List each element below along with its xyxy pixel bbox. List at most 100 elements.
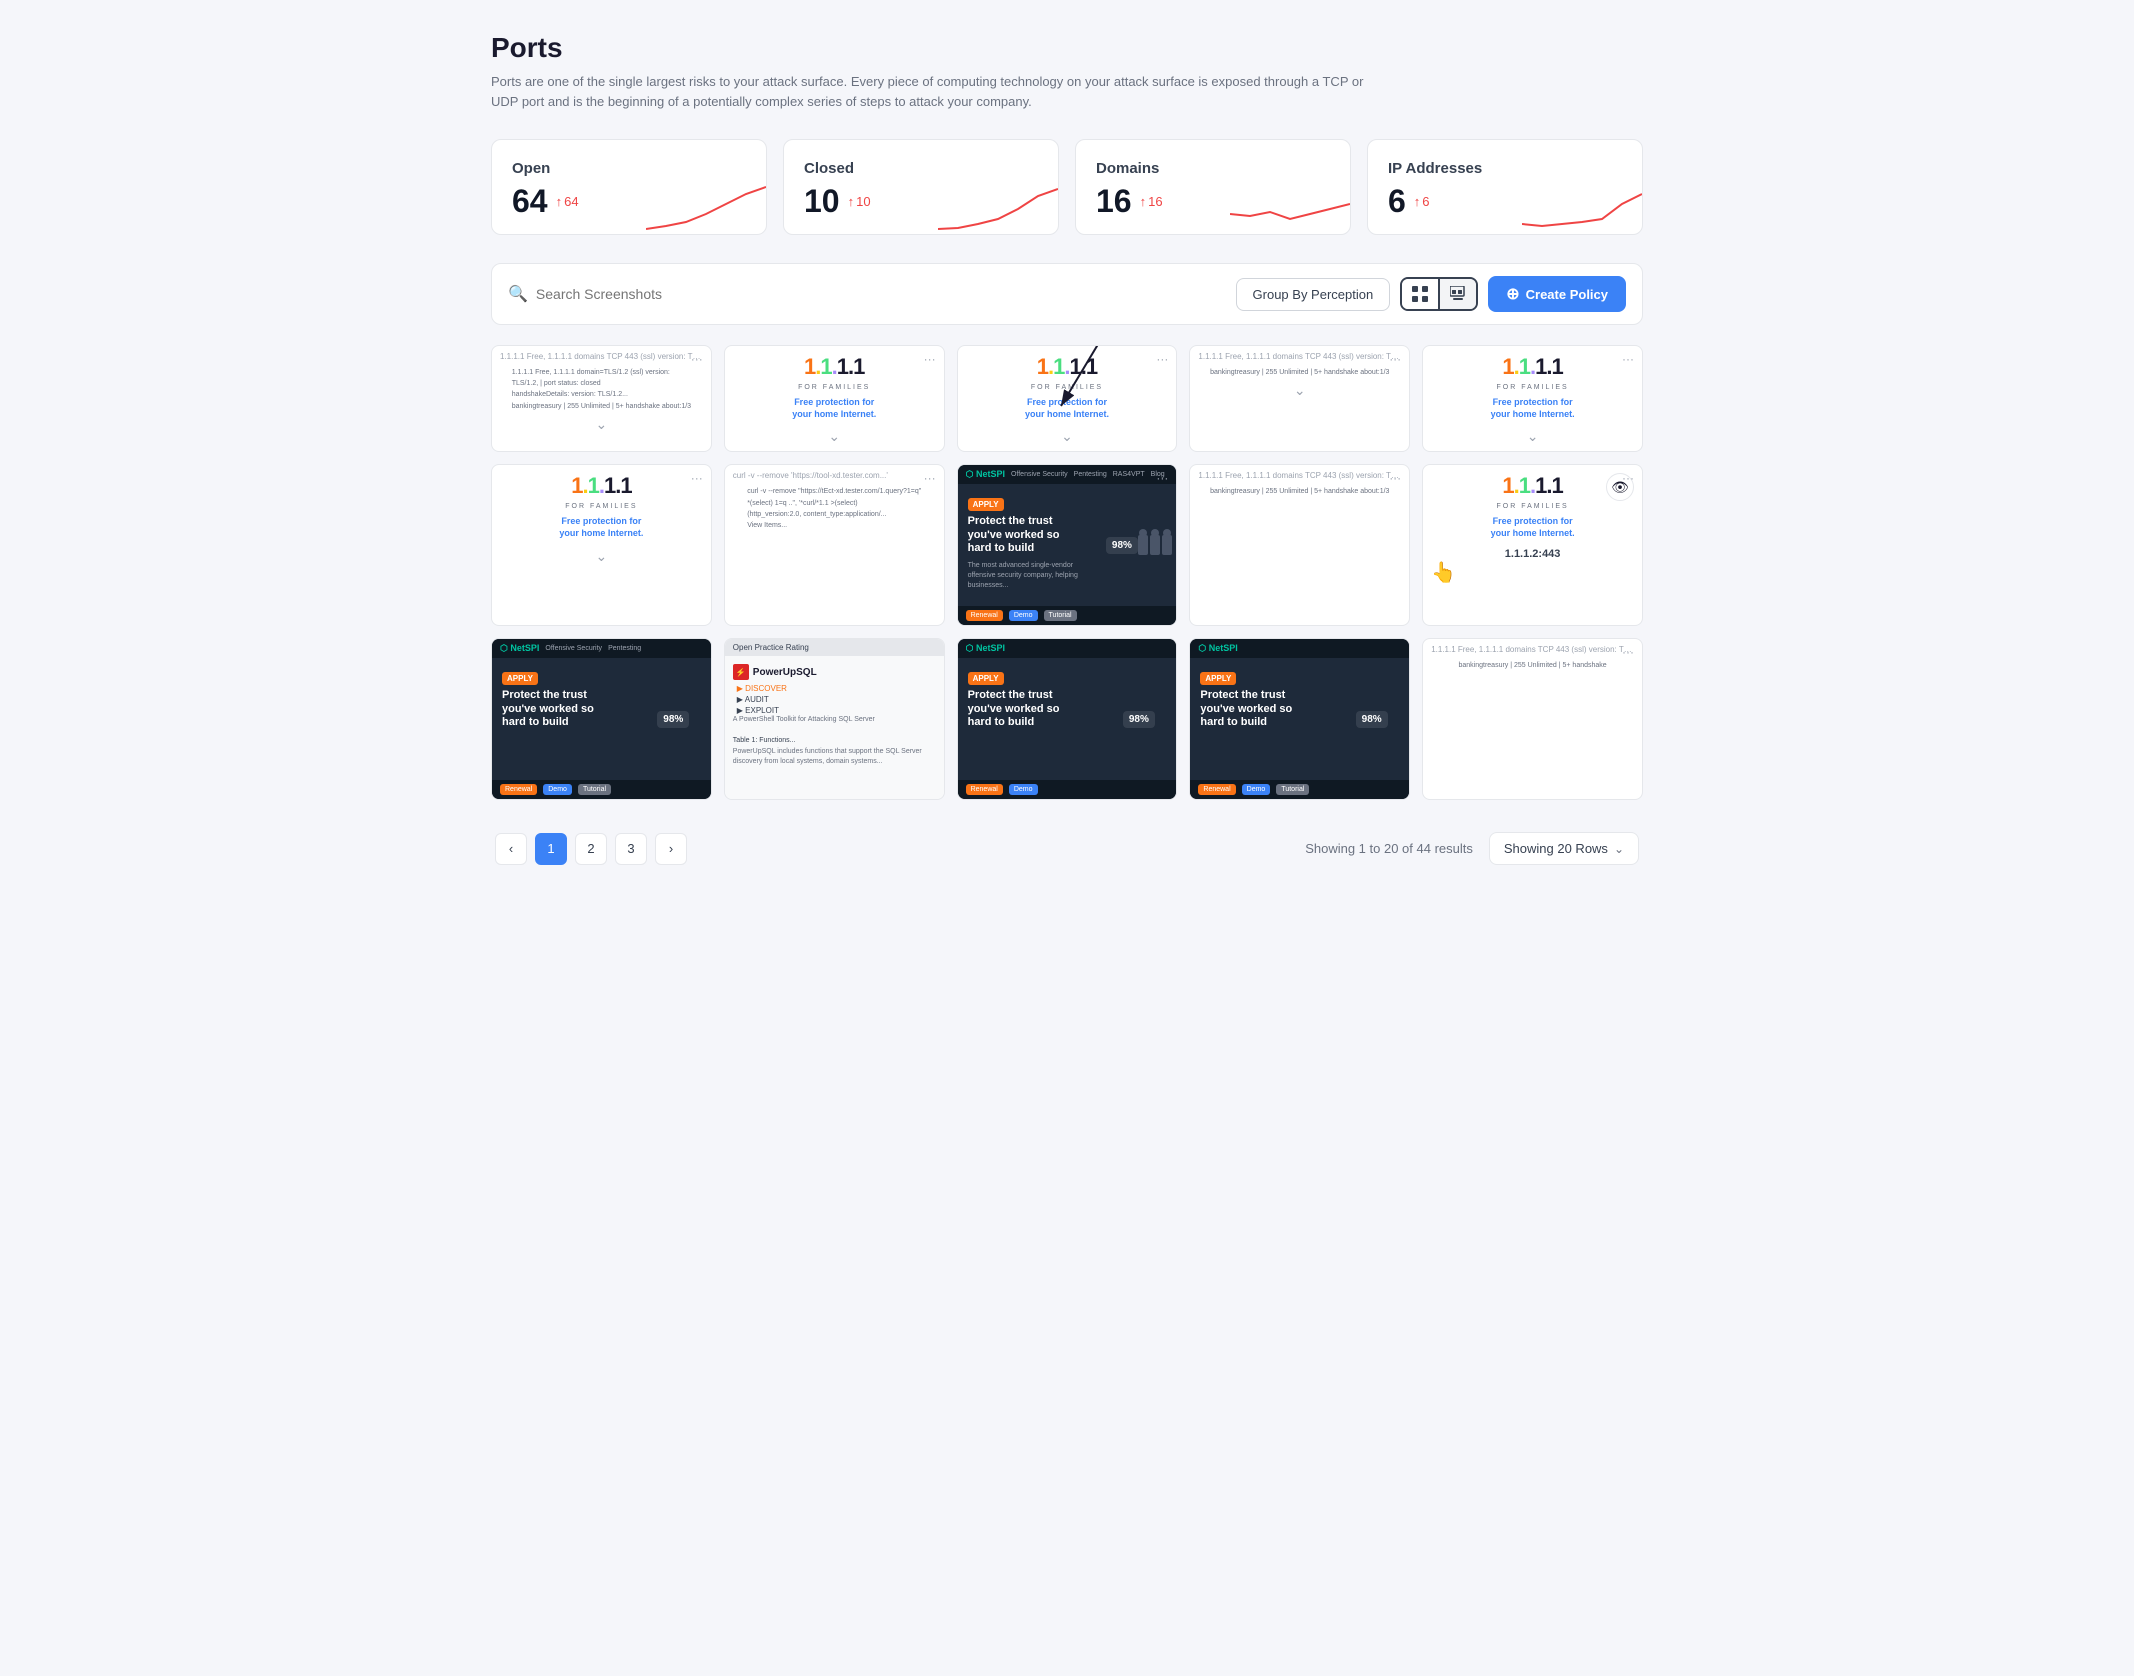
netspi-percent-11: 98% — [657, 711, 689, 728]
netspi-body-11: APPLY Protect the trustyou've worked soh… — [492, 658, 711, 780]
screenshot-card-13[interactable]: ⬡ NetSPI APPLY Protect the trustyou've w… — [957, 638, 1178, 800]
screenshot-card-15[interactable]: 1.1.1.1 Free, 1.1.1.1 domains TCP 443 (s… — [1422, 638, 1643, 800]
page-1-button[interactable]: 1 — [535, 833, 567, 865]
netspi-body-13: APPLY Protect the trustyou've worked soh… — [958, 658, 1177, 780]
card-more-dots-5[interactable]: ··· — [1622, 352, 1634, 366]
screenshot-card-4[interactable]: 1.1.1.1 Free, 1.1.1.1 domains TCP 443 (s… — [1189, 345, 1410, 452]
netspi-body-8: APPLY Protect the trustyou've worked soh… — [958, 484, 1177, 606]
screenshot-view-button[interactable] — [1438, 279, 1476, 309]
card-content-15: bankingtreasury | 255 Unlimited | 5+ han… — [1423, 656, 1642, 675]
dns-logo-10: 1.1.1.1 — [1502, 473, 1562, 499]
screenshot-card-1[interactable]: 1.1.1.1 Free, 1.1.1.1 domains TCP 443 (s… — [491, 345, 712, 452]
rows-dropdown[interactable]: Showing 20 Rows ⌄ — [1489, 832, 1639, 865]
screenshot-card-7[interactable]: curl -v --remove 'https://tool-xd.tester… — [724, 464, 945, 626]
screenshot-card-3[interactable]: 1.1.1.1 FOR FAMILIES Free protection for… — [957, 345, 1178, 452]
netspi-headline-14: Protect the trustyou've worked sohard to… — [1200, 689, 1334, 729]
screenshot-card-9[interactable]: 1.1.1.1 Free, 1.1.1.1 domains TCP 443 (s… — [1189, 464, 1410, 626]
pagination-bar: ‹ 1 2 3 › Showing 1 to 20 of 44 results … — [491, 820, 1643, 877]
stat-label-closed: Closed — [804, 160, 1038, 177]
dns-logo-6: 1.1.1.1 — [571, 473, 631, 499]
dns-logo-3: 1.1.1.1 — [1037, 354, 1097, 380]
netspi-badge-11: APPLY — [502, 672, 538, 685]
card-more-dots-10[interactable]: ··· — [1622, 471, 1634, 485]
card-more-dots-9[interactable]: ··· — [1389, 471, 1401, 485]
netspi-content-8: ⬡ NetSPI Offensive SecurityPentestingRAS… — [958, 465, 1177, 625]
dns-tagline-5: FOR FAMILIES — [1496, 384, 1568, 391]
stat-change-open: 64 — [556, 194, 579, 209]
netspi-nav-8: Offensive SecurityPentestingRAS4VPTBlog — [1011, 471, 1165, 478]
card-meta-7: curl -v --remove 'https://tool-xd.tester… — [725, 465, 944, 482]
rows-dropdown-arrow-icon: ⌄ — [1614, 842, 1624, 856]
netspi-nav-11: Offensive SecurityPentesting — [545, 645, 641, 652]
netspi-header-14: ⬡ NetSPI — [1190, 639, 1409, 658]
screenshot-card-11[interactable]: ⬡ NetSPI Offensive SecurityPentesting AP… — [491, 638, 712, 800]
card-content-1: 1.1.1.1 Free, 1.1.1.1 domain=TLS/1.2 (ss… — [492, 363, 711, 416]
dns-logo-5: 1.1.1.1 — [1502, 354, 1562, 380]
netspi-header-8: ⬡ NetSPI Offensive SecurityPentestingRAS… — [958, 465, 1177, 484]
dns-headline-3: Free protection foryour home Internet. — [1025, 397, 1109, 420]
showing-results-text: Showing 1 to 20 of 44 results — [1305, 841, 1473, 856]
search-icon: 🔍 — [508, 284, 528, 304]
card-chevron-3: ⌄ — [958, 428, 1177, 451]
pointer-icon-10: 👆 — [1431, 560, 1456, 585]
toolbar-right: Group By Perception — [1236, 276, 1626, 312]
screenshot-card-14[interactable]: ⬡ NetSPI APPLY Protect the trustyou've w… — [1189, 638, 1410, 800]
netspi-body-text-8: The most advanced single-vendor offensiv… — [968, 561, 1102, 590]
dns-logo-2: 1.1.1.1 — [804, 354, 864, 380]
powersql-body-12: ⚡ PowerUpSQL ▶ DISCOVER ▶ AUDIT ▶ EXPLOI… — [725, 656, 944, 776]
dns-tagline-6: FOR FAMILIES — [565, 503, 637, 510]
pagination-controls: ‹ 1 2 3 › — [495, 833, 687, 865]
screenshot-card-10[interactable]: 1.1.1.1 FOR FAMILIES Free protection for… — [1422, 464, 1643, 626]
grid-view-button[interactable] — [1402, 279, 1438, 309]
netspi-headline-13: Protect the trustyou've worked sohard to… — [968, 689, 1102, 729]
powersql-header-12: Open Practice Rating — [725, 639, 944, 656]
netspi-logo-13: ⬡ NetSPI — [966, 643, 1005, 654]
page-prev-button[interactable]: ‹ — [495, 833, 527, 865]
card-chevron-4: ⌄ — [1190, 382, 1409, 405]
stat-change-closed: 10 — [848, 194, 871, 209]
powersql-title-12: ⚡ PowerUpSQL — [733, 664, 936, 680]
screenshot-card-6[interactable]: 1.1.1.1 FOR FAMILIES Free protection for… — [491, 464, 712, 626]
screenshot-card-5[interactable]: 1.1.1.1 FOR FAMILIES Free protection for… — [1422, 345, 1643, 452]
card-more-dots-8[interactable]: ··· — [1156, 471, 1168, 485]
stat-label-open: Open — [512, 160, 746, 177]
dns-headline-5: Free protection foryour home Internet. — [1491, 397, 1575, 420]
card-more-dots-6[interactable]: ··· — [691, 471, 703, 485]
dns-tagline-10: FOR FAMILIES — [1496, 503, 1568, 510]
stat-card-domains: Domains 16 16 — [1075, 139, 1351, 235]
page-next-button[interactable]: › — [655, 833, 687, 865]
card-more-dots-3[interactable]: ··· — [1156, 352, 1168, 366]
create-policy-button[interactable]: Create Policy — [1488, 276, 1626, 312]
card-more-dots-1[interactable]: ··· — [691, 352, 703, 366]
card-chevron-5: ⌄ — [1423, 428, 1642, 451]
screenshots-grid: 1.1.1.1 Free, 1.1.1.1 domains TCP 443 (s… — [491, 345, 1643, 800]
stat-change-ip: 6 — [1414, 194, 1430, 209]
card-more-dots-4[interactable]: ··· — [1389, 352, 1401, 366]
screenshot-card-8[interactable]: ⬡ NetSPI Offensive SecurityPentestingRAS… — [957, 464, 1178, 626]
page-2-button[interactable]: 2 — [575, 833, 607, 865]
netspi-percent-8: 98% — [1106, 537, 1138, 554]
netspi-header-13: ⬡ NetSPI — [958, 639, 1177, 658]
netspi-content-11: ⬡ NetSPI Offensive SecurityPentesting AP… — [492, 639, 711, 799]
search-input[interactable] — [536, 286, 1224, 302]
netspi-percent-14: 98% — [1356, 711, 1388, 728]
screenshot-card-12[interactable]: Open Practice Rating ⚡ PowerUpSQL ▶ DISC… — [724, 638, 945, 800]
card-more-dots-2[interactable]: ··· — [924, 352, 936, 366]
search-wrapper: 🔍 — [508, 284, 1224, 304]
card-more-dots-7[interactable]: ··· — [924, 471, 936, 485]
dns-headline-2: Free protection foryour home Internet. — [792, 397, 876, 420]
group-by-button[interactable]: Group By Perception — [1236, 278, 1391, 311]
card-more-dots-15[interactable]: ··· — [1622, 645, 1634, 659]
card-dns-6: 1.1.1.1 FOR FAMILIES Free protection for… — [492, 465, 711, 547]
page-title: Ports — [491, 32, 1643, 64]
page-3-button[interactable]: 3 — [615, 833, 647, 865]
netspi-header-11: ⬡ NetSPI Offensive SecurityPentesting — [492, 639, 711, 658]
card-content-4: bankingtreasury | 255 Unlimited | 5+ han… — [1190, 363, 1409, 382]
netspi-badge-14: APPLY — [1200, 672, 1236, 685]
card-dns-3: 1.1.1.1 FOR FAMILIES Free protection for… — [958, 346, 1177, 428]
dns-headline-10: Free protection foryour home Internet. — [1491, 516, 1575, 539]
stat-value-closed: 10 — [804, 183, 840, 220]
screenshot-card-2[interactable]: 1.1.1.1 FOR FAMILIES Free protection for… — [724, 345, 945, 452]
card-meta-15: 1.1.1.1 Free, 1.1.1.1 domains TCP 443 (s… — [1423, 639, 1642, 656]
netspi-badge-8: APPLY — [968, 498, 1004, 511]
